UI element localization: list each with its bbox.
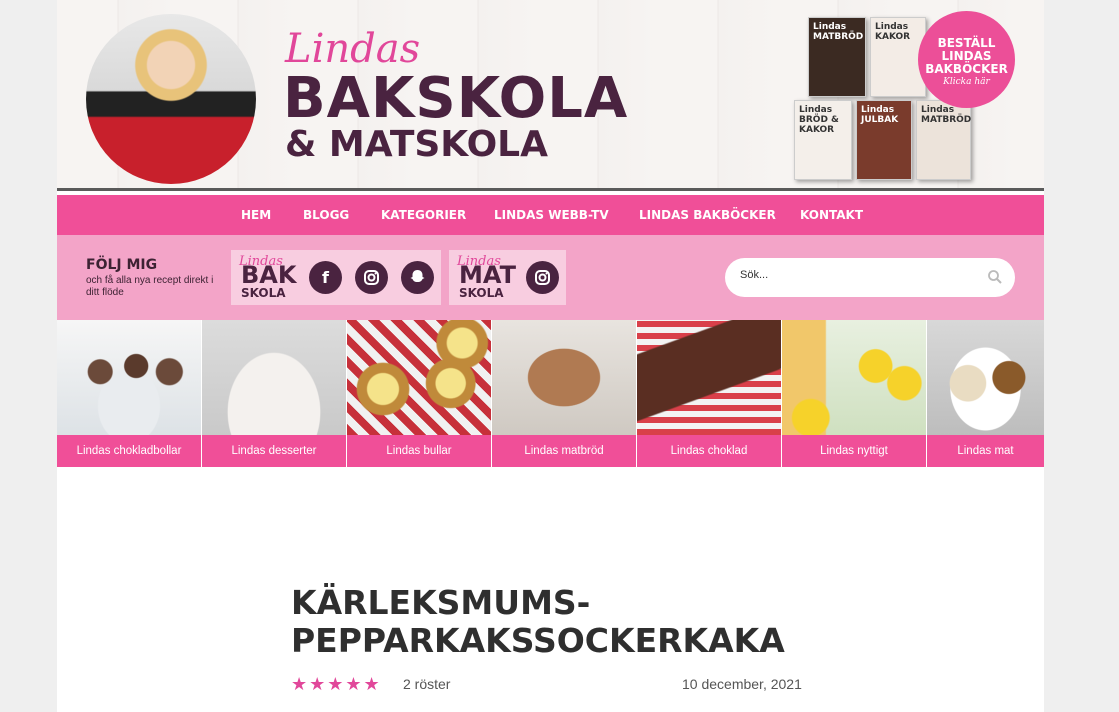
nav-item-kategorier[interactable]: KATEGORIER: [381, 195, 466, 235]
category-image: [492, 320, 636, 435]
rating-stars[interactable]: ★★★★★: [291, 674, 382, 695]
book-cover[interactable]: Lindas MATBRÖD: [916, 100, 971, 180]
order-books-badge[interactable]: BESTÄLL LINDAS BAKBÖCKER Klicka här: [918, 11, 1015, 108]
category-tile[interactable]: Lindas choklad: [637, 320, 781, 467]
nav-item-blogg[interactable]: BLOGG: [303, 195, 349, 235]
category-image: [637, 320, 781, 435]
article-title: KÄRLEKSMUMS-PEPPARKAKSSOCKERKAKA: [291, 583, 785, 660]
logo-matskola[interactable]: & MATSKOLA: [285, 124, 548, 165]
site-container: Lindas BAKSKOLA & MATSKOLA Lindas MATBRÖ…: [57, 0, 1044, 712]
category-image: [202, 320, 346, 435]
bakskola-word: BAK: [241, 261, 297, 289]
category-strip: Lindas chokladbollar Lindas desserter Li…: [57, 320, 1044, 467]
instagram-icon[interactable]: [526, 261, 559, 294]
category-image: [347, 320, 491, 435]
nav-item-bakbocker[interactable]: LINDAS BAKBÖCKER: [639, 195, 776, 235]
snapchat-icon[interactable]: [401, 261, 434, 294]
matskola-word: MAT: [459, 261, 516, 289]
book-cover[interactable]: Lindas BRÖD & KAKOR: [794, 100, 852, 180]
search-input[interactable]: [738, 268, 982, 282]
nav-item-webb-tv[interactable]: LINDAS WEBB-TV: [494, 195, 609, 235]
category-tile[interactable]: Lindas matbröd: [492, 320, 636, 467]
main-nav: HEM BLOGG KATEGORIER LINDAS WEBB-TV LIND…: [57, 195, 1044, 235]
follow-title: FÖLJ MIG: [86, 257, 158, 273]
header-banner: Lindas BAKSKOLA & MATSKOLA Lindas MATBRÖ…: [57, 0, 1044, 191]
follow-bar: FÖLJ MIG och få alla nya recept direkt i…: [57, 235, 1044, 320]
book-cover[interactable]: Lindas JULBAK: [856, 100, 912, 180]
instagram-icon[interactable]: [355, 261, 388, 294]
search-box: [725, 258, 1015, 297]
category-label: Lindas bullar: [347, 435, 491, 467]
category-tile[interactable]: Lindas mat: [927, 320, 1044, 467]
matskola-social-box: Lindas MAT SKOLA: [449, 250, 566, 305]
facebook-icon[interactable]: f: [309, 261, 342, 294]
search-icon[interactable]: [987, 269, 1003, 285]
follow-subtitle: och få alla nya recept direkt i ditt flö…: [86, 275, 214, 298]
bakskola-skola: SKOLA: [241, 286, 286, 300]
category-label: Lindas nyttigt: [782, 435, 926, 467]
category-label: Lindas mat: [927, 435, 1044, 467]
bakskola-social-box: Lindas BAK SKOLA f: [231, 250, 441, 305]
category-tile[interactable]: Lindas desserter: [202, 320, 346, 467]
logo-bakskola[interactable]: BAKSKOLA: [283, 66, 628, 131]
publish-date: 10 december, 2021: [682, 676, 802, 692]
category-image: [782, 320, 926, 435]
author-photo: [86, 14, 256, 184]
category-image: [927, 320, 1044, 435]
category-label: Lindas desserter: [202, 435, 346, 467]
category-tile[interactable]: Lindas bullar: [347, 320, 491, 467]
category-label: Lindas chokladbollar: [57, 435, 201, 467]
book-cover[interactable]: Lindas MATBRÖD: [808, 17, 866, 97]
category-label: Lindas choklad: [637, 435, 781, 467]
category-tile[interactable]: Lindas chokladbollar: [57, 320, 201, 467]
rating-votes: 2 röster: [403, 676, 451, 692]
nav-item-hem[interactable]: HEM: [241, 195, 271, 235]
category-image: [57, 320, 201, 435]
category-tile[interactable]: Lindas nyttigt: [782, 320, 926, 467]
category-label: Lindas matbröd: [492, 435, 636, 467]
nav-item-kontakt[interactable]: KONTAKT: [800, 195, 863, 235]
matskola-skola: SKOLA: [459, 286, 504, 300]
